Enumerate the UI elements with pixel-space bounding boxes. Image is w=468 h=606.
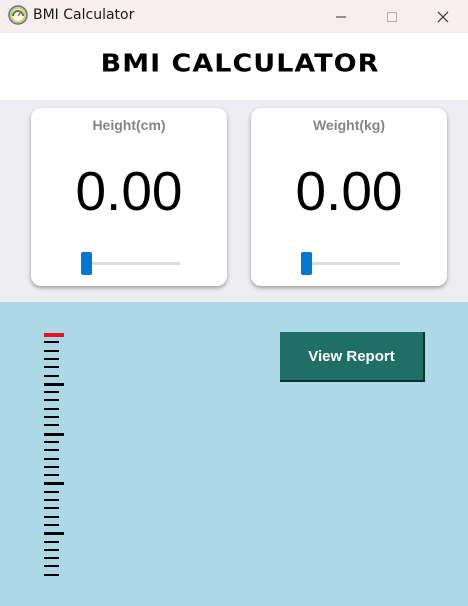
scale-tick: [44, 391, 59, 393]
height-slider-thumb[interactable]: [81, 252, 92, 275]
scale-tick: [44, 541, 59, 543]
scale-tick: [44, 433, 64, 436]
weight-slider[interactable]: [301, 252, 400, 276]
minimize-button[interactable]: [318, 0, 364, 33]
scale-tick: [44, 532, 64, 535]
scale-tick: [44, 366, 59, 368]
height-card: Height(cm) 0.00: [31, 108, 227, 286]
weight-slider-track[interactable]: [301, 262, 400, 265]
scale-tick: [44, 549, 59, 551]
weight-slider-thumb[interactable]: [301, 252, 312, 275]
weight-card: Weight(kg) 0.00: [251, 108, 447, 286]
scale-tick: [44, 341, 59, 343]
window-title: BMI Calculator: [33, 7, 135, 23]
scale-tick: [44, 499, 59, 501]
window-titlebar: BMI Calculator: [0, 0, 468, 33]
weight-label: Weight(kg): [312, 117, 386, 133]
height-label: Height(cm): [92, 117, 166, 133]
scale-tick: [44, 458, 59, 460]
scale-tick: [44, 565, 59, 567]
result-panel: View Report: [0, 302, 468, 606]
scale-tick: [44, 383, 64, 386]
close-icon: [437, 11, 449, 22]
scale-tick: [44, 375, 59, 377]
weight-value: 0.00: [295, 160, 403, 222]
maximize-button[interactable]: [369, 0, 415, 33]
scale-tick: [44, 491, 59, 493]
scale-tick: [44, 441, 59, 443]
app-header: BMI CALCULATOR: [0, 33, 468, 100]
close-button[interactable]: [420, 0, 466, 33]
maximize-icon: [387, 11, 397, 22]
scale-tick: [44, 482, 64, 485]
scale-tick: [44, 516, 59, 518]
scale-tick: [44, 399, 59, 401]
scale-tick: [44, 507, 59, 509]
scale-tick: [44, 350, 59, 352]
scale-tick: [44, 466, 59, 468]
scale-tick: [44, 408, 59, 410]
scale-tick: [44, 474, 59, 476]
bmi-scale: [44, 333, 66, 587]
scale-tick: [44, 424, 59, 426]
scale-tick: [44, 416, 59, 418]
scale-marker: [44, 333, 64, 337]
height-slider-track[interactable]: [81, 262, 180, 265]
scale-tick: [44, 524, 59, 526]
scale-tick: [44, 574, 59, 576]
minimize-icon: [336, 16, 346, 17]
view-report-button[interactable]: View Report: [280, 332, 425, 382]
input-panel: Height(cm) 0.00 Weight(kg) 0.00: [0, 100, 468, 302]
page-title: BMI CALCULATOR: [100, 49, 380, 78]
scale-tick: [44, 449, 59, 451]
height-value: 0.00: [75, 160, 183, 222]
scale-tick: [44, 358, 59, 360]
scale-tick: [44, 557, 59, 559]
height-slider[interactable]: [81, 252, 180, 276]
bmi-app-icon: [8, 5, 28, 25]
